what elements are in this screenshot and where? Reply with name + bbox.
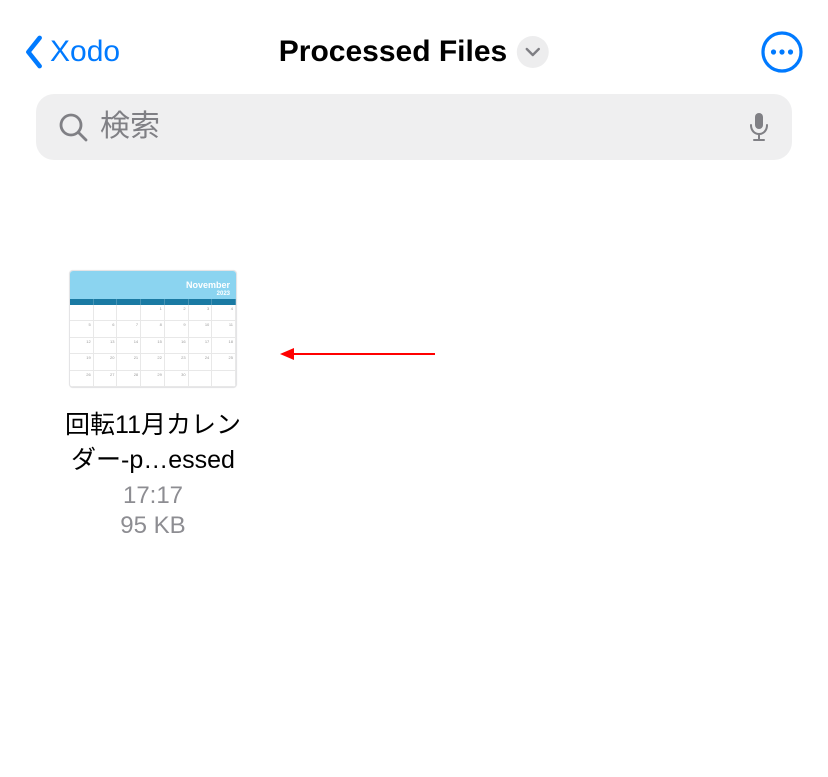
back-button[interactable]: Xodo [24,35,120,69]
file-time: 17:17 [123,482,183,510]
chevron-down-icon[interactable] [517,36,549,68]
file-item[interactable]: November 2023 1234 567891011 12131415161… [48,270,258,540]
thumbnail-year: 2023 [217,291,230,297]
file-size: 95 KB [120,512,185,540]
back-label: Xodo [50,35,120,69]
search-icon [58,112,88,142]
title-container[interactable]: Processed Files [279,35,549,69]
page-title: Processed Files [279,35,507,69]
microphone-icon[interactable] [748,112,770,142]
search-input[interactable] [100,110,736,144]
chevron-left-icon [24,35,44,69]
more-button[interactable] [760,30,804,74]
file-thumbnail: November 2023 1234 567891011 12131415161… [69,270,237,388]
header-bar: Xodo Processed Files [0,0,828,90]
file-name: 回転11月カレン ダー-p…essed [65,408,241,478]
search-bar[interactable] [36,94,792,160]
file-grid: November 2023 1234 567891011 12131415161… [0,160,828,540]
thumbnail-month: November [186,281,230,291]
